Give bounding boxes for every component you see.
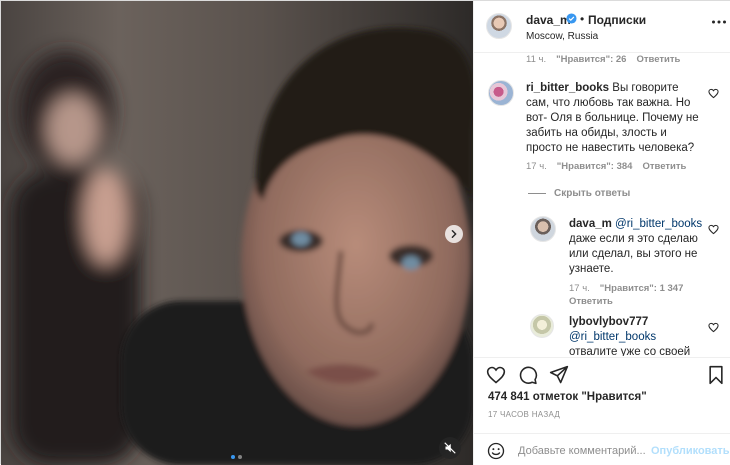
reply-text: отвалите уже со своей bbox=[569, 346, 691, 356]
add-comment-bar: Опубликовать bbox=[474, 433, 730, 465]
separator-dot: • bbox=[580, 12, 585, 26]
post-photo bbox=[1, 1, 473, 465]
hide-replies-label: Скрыть ответы bbox=[554, 188, 631, 199]
owner-username[interactable]: dava_m bbox=[526, 13, 571, 27]
share-icon[interactable] bbox=[549, 365, 569, 385]
reply-body: lybovlybov777 @ri_bitter_books отвалите … bbox=[569, 315, 703, 356]
carousel-indicator bbox=[231, 455, 242, 459]
divider-line bbox=[528, 193, 546, 194]
mute-toggle-button[interactable] bbox=[439, 437, 461, 459]
carousel-dot-active bbox=[231, 455, 235, 459]
reply-avatar[interactable] bbox=[530, 314, 554, 338]
publish-button[interactable]: Опубликовать bbox=[651, 445, 730, 457]
reply-like-heart-icon[interactable] bbox=[708, 322, 719, 333]
carousel-next-button[interactable] bbox=[445, 225, 463, 243]
owner-avatar[interactable] bbox=[486, 13, 512, 39]
comment-username[interactable]: ri_bitter_books bbox=[526, 82, 609, 94]
comment-reply-button[interactable]: Ответить bbox=[642, 161, 686, 172]
reply-likes[interactable]: "Нравится": 1 347 bbox=[600, 283, 684, 294]
reply-avatar[interactable] bbox=[530, 216, 556, 242]
emoji-icon[interactable] bbox=[487, 442, 505, 460]
reply-like-heart-icon[interactable] bbox=[708, 224, 719, 235]
reply-mention[interactable]: @ri_bitter_books bbox=[569, 331, 656, 343]
caption-reply-button[interactable]: Ответить bbox=[636, 54, 680, 65]
post-actions-bar bbox=[474, 357, 730, 389]
chevron-right-icon bbox=[451, 230, 457, 238]
comment-likes[interactable]: "Нравится": 384 bbox=[557, 161, 633, 172]
reply-meta: 17 ч. "Нравится": 1 347 Ответить bbox=[569, 283, 699, 307]
caption-meta: 11 ч. "Нравится": 26 Ответить bbox=[526, 54, 680, 65]
comment-input[interactable] bbox=[518, 442, 648, 460]
reply-username[interactable]: dava_m bbox=[569, 218, 612, 230]
comments-list[interactable]: 11 ч. "Нравится": 26 Ответить ri_bitter_… bbox=[474, 54, 730, 356]
comment-avatar[interactable] bbox=[488, 80, 514, 106]
comment-like-heart-icon[interactable] bbox=[708, 88, 719, 99]
reply-mention[interactable]: @ri_bitter_books bbox=[615, 218, 702, 230]
post-media[interactable] bbox=[1, 1, 473, 465]
more-options-icon[interactable] bbox=[711, 15, 727, 29]
reply-username[interactable]: lybovlybov777 bbox=[569, 316, 648, 328]
likes-count[interactable]: 474 841 отметок "Нравится" bbox=[488, 391, 647, 403]
comment-time[interactable]: 17 ч. bbox=[526, 161, 547, 172]
comment-body: ri_bitter_books Вы говорите сам, что люб… bbox=[526, 81, 704, 156]
hide-replies-button[interactable]: Скрыть ответы bbox=[528, 188, 630, 199]
following-button[interactable]: Подписки bbox=[588, 13, 646, 27]
post-header: dava_m • Подписки Moscow, Russia bbox=[474, 1, 730, 53]
post-location[interactable]: Moscow, Russia bbox=[526, 31, 598, 42]
carousel-dot bbox=[238, 455, 242, 459]
comment-icon[interactable] bbox=[518, 365, 538, 385]
post-side-panel: dava_m • Подписки Moscow, Russia 11 ч. "… bbox=[473, 1, 730, 465]
reply-reply-button[interactable]: Ответить bbox=[569, 296, 613, 307]
comment-meta: 17 ч. "Нравится": 384 Ответить bbox=[526, 161, 686, 172]
sound-off-icon bbox=[444, 442, 456, 454]
reply-text: даже если я это сделаю или сделал, вы эт… bbox=[569, 233, 698, 275]
bookmark-icon[interactable] bbox=[706, 365, 726, 385]
heart-icon[interactable] bbox=[486, 365, 506, 385]
caption-time[interactable]: 11 ч. bbox=[526, 54, 546, 65]
reply-time[interactable]: 17 ч. bbox=[569, 283, 590, 294]
reply-body: dava_m @ri_bitter_books даже если я это … bbox=[569, 217, 703, 277]
verified-badge-icon bbox=[566, 13, 577, 24]
post-timestamp[interactable]: 17 ЧАСОВ НАЗАД bbox=[488, 410, 560, 419]
instagram-post: dava_m • Подписки Moscow, Russia 11 ч. "… bbox=[0, 0, 730, 465]
caption-likes[interactable]: "Нравится": 26 bbox=[556, 54, 626, 65]
